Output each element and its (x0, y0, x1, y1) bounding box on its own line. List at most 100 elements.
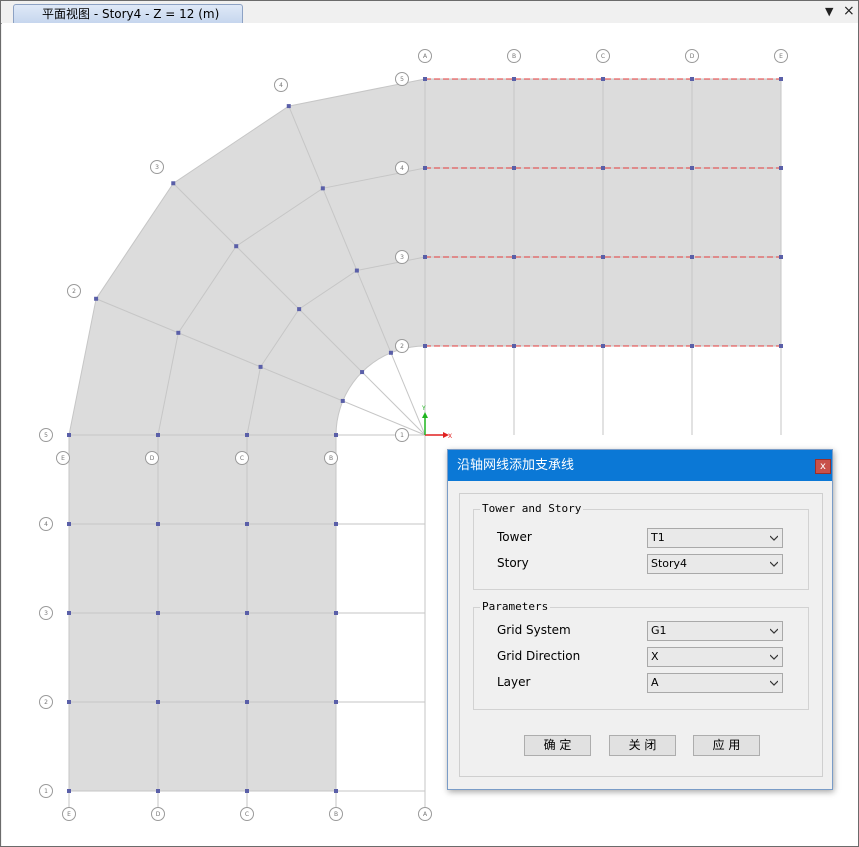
tower-select-value: T1 (651, 531, 665, 544)
axis-bubble-label: 4 (44, 521, 48, 528)
grid-node (67, 700, 71, 704)
axis-bubble-arc: 4 (274, 78, 288, 92)
axis-bubble-label: D (156, 811, 161, 818)
grid-node (354, 268, 359, 273)
y-axis-label: Y (421, 405, 426, 412)
axis-bubble-mid: B (324, 451, 338, 465)
grid-node (94, 296, 99, 301)
grid-node (512, 255, 516, 259)
x-axis-label: X (448, 433, 452, 440)
grid-node (245, 433, 249, 437)
axis-bubble-label: 2 (44, 699, 48, 706)
grid-node (779, 77, 783, 81)
axis-bubble-bottom: B (329, 807, 343, 821)
axis-bubble-label: 5 (400, 76, 404, 83)
grid-node (423, 77, 427, 81)
grid-node (176, 330, 181, 335)
axis-bubble-label: 5 (44, 432, 48, 439)
axis-bubble-label: 2 (400, 343, 404, 350)
grid-node (388, 350, 393, 355)
grid-node (779, 166, 783, 170)
axis-bubble-bottom: A (418, 807, 432, 821)
grid-node (423, 344, 427, 348)
story-select[interactable]: Story4 (647, 554, 783, 574)
grid-system-label: Grid System (497, 623, 571, 637)
layer-label: Layer (497, 675, 531, 689)
grid-node (334, 700, 338, 704)
grid-node (334, 611, 338, 615)
grid-node (512, 77, 516, 81)
axis-bubble-label: 2 (72, 288, 76, 295)
chevron-down-icon (770, 628, 778, 634)
grid-node (512, 344, 516, 348)
axis-bubble-bottom: E (62, 807, 76, 821)
axis-bubble-arc: 3 (150, 160, 164, 174)
grid-node (360, 370, 365, 375)
grid-node (779, 255, 783, 259)
grid-node (423, 166, 427, 170)
grid-node (779, 344, 783, 348)
grid-system-select[interactable]: G1 (647, 621, 783, 641)
axis-bubble-right: 2 (395, 339, 409, 353)
axis-bubble-left: 1 (39, 784, 53, 798)
tab-plan-view[interactable]: 平面视图 - Story4 - Z = 12 (m) (13, 4, 243, 23)
grid-node (690, 77, 694, 81)
tower-select[interactable]: T1 (647, 528, 783, 548)
grid-node (320, 186, 325, 191)
close-button[interactable]: 关 闭 (609, 735, 676, 756)
axis-bubble-mid: D (145, 451, 159, 465)
grid-node (334, 789, 338, 793)
grid-node (234, 244, 239, 249)
grid-direction-select[interactable]: X (647, 647, 783, 667)
parameters-legend: Parameters (480, 600, 551, 613)
grid-node (286, 104, 291, 109)
grid-node (690, 166, 694, 170)
axis-bubble-label: E (779, 53, 783, 60)
axis-bubble-top: B (507, 49, 521, 63)
grid-node (156, 433, 160, 437)
axis-bubble-label: C (245, 811, 249, 818)
dialog-close-button[interactable]: x (815, 459, 831, 474)
grid-node (245, 611, 249, 615)
axis-bubble-left: 2 (39, 695, 53, 709)
add-support-line-dialog: 沿轴网线添加支承线 x Tower and Story Tower T1 Sto… (447, 449, 833, 790)
dropdown-icon[interactable]: ▼ (825, 5, 833, 18)
grid-system-value: G1 (651, 624, 667, 637)
grid-node (156, 789, 160, 793)
origin-axes: X Y (421, 405, 452, 440)
grid-node (171, 181, 176, 186)
axis-bubble-top: E (774, 49, 788, 63)
grid-node (67, 789, 71, 793)
grid-node (67, 611, 71, 615)
axis-bubble-label: 1 (44, 788, 48, 795)
axis-bubble-top: C (596, 49, 610, 63)
grid-node (258, 364, 263, 369)
grid-node (423, 255, 427, 259)
tower-label: Tower (497, 530, 532, 544)
axis-bubble-right: 3 (395, 250, 409, 264)
ok-button[interactable]: 确 定 (524, 735, 591, 756)
layer-select[interactable]: A (647, 673, 783, 693)
chevron-down-icon (770, 535, 778, 541)
axis-bubble-label: D (150, 455, 155, 462)
grid-node (334, 433, 338, 437)
chevron-down-icon (770, 561, 778, 567)
grid-direction-label: Grid Direction (497, 649, 581, 663)
chevron-down-icon (770, 654, 778, 660)
tab-bar: 平面视图 - Story4 - Z = 12 (m) ▼ × (1, 1, 858, 24)
close-icon[interactable]: × (843, 3, 855, 19)
axis-bubble-label: C (601, 53, 605, 60)
axis-bubble-left: 3 (39, 606, 53, 620)
apply-button[interactable]: 应 用 (693, 735, 760, 756)
axis-bubble-label: 3 (400, 254, 404, 261)
layer-select-value: A (651, 676, 659, 689)
axis-bubble-label: 4 (279, 82, 283, 89)
axis-bubble-label: 3 (44, 610, 48, 617)
grid-node (156, 611, 160, 615)
axis-bubble-label: B (334, 811, 338, 818)
grid-node (297, 307, 302, 312)
axis-bubble-label: 4 (400, 165, 404, 172)
grid-node (334, 522, 338, 526)
grid-node (245, 789, 249, 793)
grid-direction-value: X (651, 650, 659, 663)
